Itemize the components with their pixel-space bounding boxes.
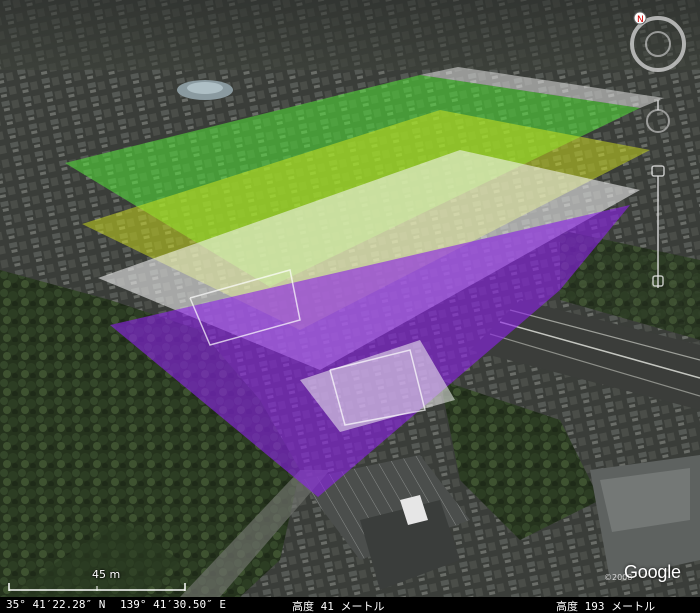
aerial-imagery[interactable] xyxy=(0,0,700,613)
longitude-readout: 139° 41′30.50″ E xyxy=(120,598,226,611)
map-viewport[interactable]: N 45 m ©2008 Google 35° 41′22.28″ N 139°… xyxy=(0,0,700,613)
scale-label: 45 m xyxy=(92,568,121,581)
zoom-slider[interactable] xyxy=(651,165,665,288)
scale-bar xyxy=(8,583,186,591)
latitude-readout: 35° 41′22.28″ N xyxy=(6,598,106,611)
compass-ring[interactable]: N xyxy=(630,11,686,72)
google-watermark: Google xyxy=(624,562,681,582)
svg-text:N: N xyxy=(637,15,644,25)
tilt-control[interactable] xyxy=(646,100,670,133)
status-bar: 35° 41′22.28″ N 139° 41′30.50″ E 高度 41 メ… xyxy=(0,597,700,613)
eye-altitude-readout: 高度 193 メートル xyxy=(556,600,656,613)
ground-altitude-readout: 高度 41 メートル xyxy=(292,600,385,613)
navigation-controls: N xyxy=(630,11,686,288)
